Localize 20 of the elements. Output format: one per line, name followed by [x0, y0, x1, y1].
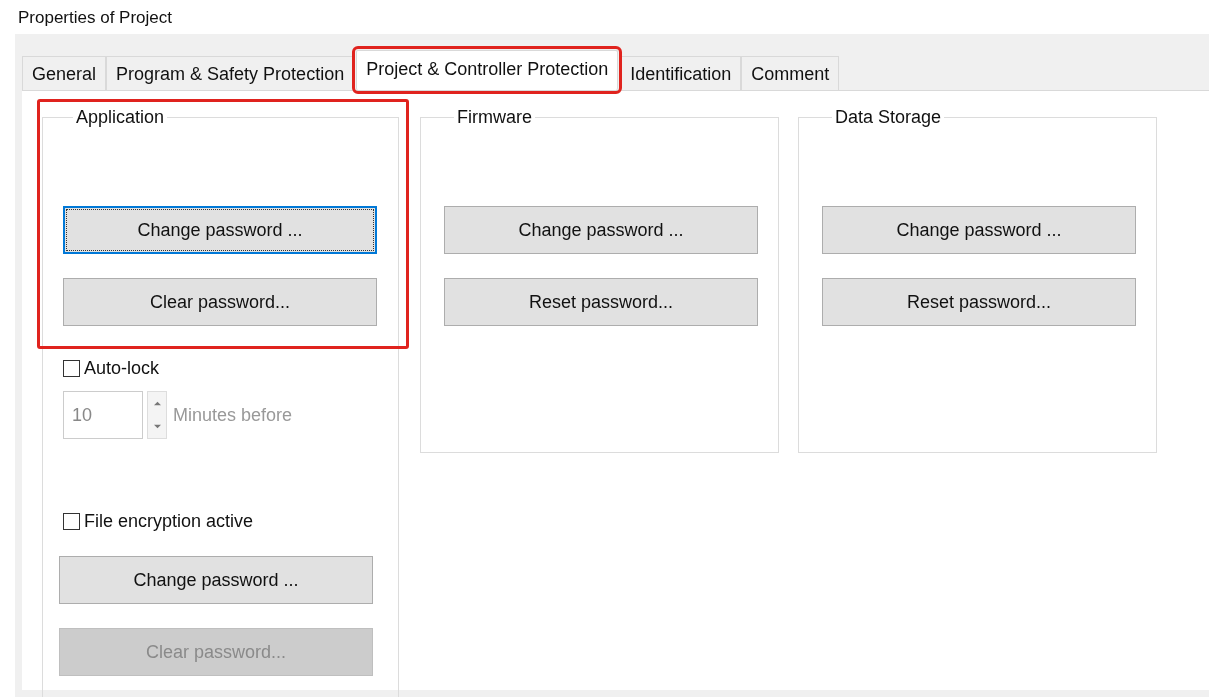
checkbox-label: File encryption active [84, 511, 254, 532]
password-button[interactable]: Reset password... [444, 278, 758, 326]
tab[interactable]: Program & Safety Protection [106, 56, 355, 90]
tab[interactable]: Identification [620, 56, 742, 90]
password-button[interactable]: Change password ... [63, 206, 377, 254]
password-button[interactable]: Clear password... [63, 278, 377, 326]
window-title: Properties of Project [17, 7, 173, 29]
checkbox-label: Auto-lock [84, 358, 160, 379]
minutes-label: Minutes before [173, 404, 293, 426]
group-title: Application [75, 107, 166, 128]
password-button[interactable]: Change password ... [444, 206, 758, 254]
password-button[interactable]: Change password ... [59, 556, 373, 604]
checkbox[interactable] [63, 513, 80, 530]
group-title: Data Storage [834, 107, 943, 128]
password-button[interactable]: Change password ... [822, 206, 1136, 254]
password-button[interactable]: Reset password... [822, 278, 1136, 326]
tab[interactable]: Comment [741, 56, 840, 90]
checkbox[interactable] [63, 360, 80, 377]
tab[interactable]: General [22, 56, 107, 90]
group-title: Firmware [456, 107, 533, 128]
